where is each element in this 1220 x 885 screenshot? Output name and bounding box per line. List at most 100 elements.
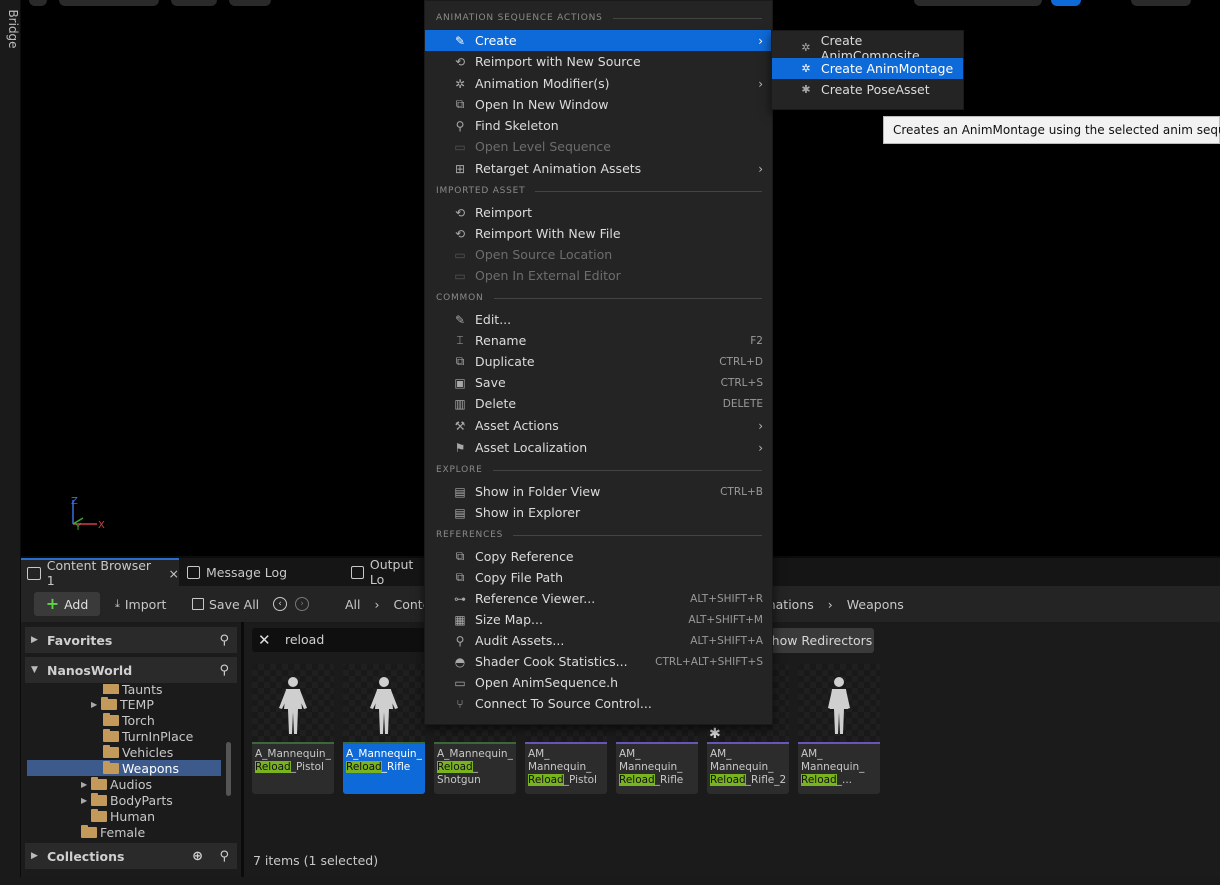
menu-item-size-map[interactable]: ▦ Size Map... ALT+SHIFT+M [425, 609, 772, 630]
tab-output-log[interactable]: Output Lo [351, 557, 431, 587]
search-icon[interactable]: ⚲ [219, 663, 229, 678]
menu-item-save[interactable]: ▣ Save CTRL+S [425, 372, 772, 393]
tree-item-turninplace[interactable]: TurnInPlace [103, 728, 193, 744]
menu-item-audit-assets[interactable]: ⚲ Audit Assets... ALT+SHIFT+A [425, 630, 772, 651]
search-icon[interactable]: ⚲ [219, 633, 229, 648]
favorites-header[interactable]: ▶ Favorites ⚲ [25, 627, 237, 653]
menu-item-show-explorer[interactable]: ▤ Show in Explorer [425, 502, 772, 523]
perspective-button[interactable] [59, 0, 159, 6]
chevron-right-icon[interactable]: ▶ [81, 780, 91, 789]
asset-tile[interactable]: A_Mannequin_ Reload_Pistol [252, 664, 334, 794]
menu-item-source-control[interactable]: ⑂ Connect To Source Control... [425, 693, 772, 714]
transform-tools[interactable] [914, 0, 1042, 6]
forward-icon[interactable]: › [295, 597, 309, 611]
submenu-create-animcomposite[interactable]: ✲ Create AnimComposite [772, 33, 963, 63]
menu-item-open-source-location: ▭ Open Source Location [425, 244, 772, 265]
menu-item-reference-viewer[interactable]: ⊶ Reference Viewer... ALT+SHIFT+R [425, 588, 772, 609]
asset-tile[interactable]: AM_ Mannequin_ Reload_... [798, 664, 880, 794]
menu-item-animation-modifiers[interactable]: ✲ Animation Modifier(s) › [425, 73, 772, 94]
viewport-options-button[interactable] [29, 0, 47, 6]
source-control-icon: ⑂ [456, 696, 464, 711]
asset-thumbnail [252, 664, 334, 742]
menu-item-open-header[interactable]: ▭ Open AnimSequence.h [425, 672, 772, 693]
save-all-label: Save All [209, 596, 260, 612]
tree-item-temp[interactable]: ▶ TEMP [91, 696, 154, 712]
search-input[interactable]: ✕ reload [252, 628, 432, 652]
asset-tile[interactable]: A_Mannequin_ Reload_Rifle [343, 664, 425, 794]
folder-icon [81, 824, 97, 838]
submenu-create-animmontage[interactable]: ✲ Create AnimMontage [772, 58, 963, 79]
menu-item-reimport-new-source[interactable]: ⟲ Reimport with New Source [425, 51, 772, 72]
tree-scrollbar[interactable] [226, 742, 231, 796]
search-icon: ⚲ [455, 118, 465, 133]
chevron-right-icon[interactable]: ▶ [81, 796, 91, 805]
search-value: reload [285, 632, 325, 647]
menu-item-asset-localization[interactable]: ⚑ Asset Localization › [425, 437, 772, 458]
layout-button[interactable] [1131, 0, 1191, 6]
duplicate-icon: ⧉ [455, 354, 465, 368]
tab-message-log[interactable]: Message Log [187, 558, 307, 586]
tree-item-bodyparts[interactable]: ▶ BodyParts [81, 792, 173, 808]
view-mode-button[interactable] [171, 0, 217, 6]
menu-item-retarget[interactable]: ⊞ Retarget Animation Assets › [425, 158, 772, 179]
collections-header[interactable]: ▶ Collections ⊕ ⚲ [25, 843, 237, 869]
message-log-icon [187, 565, 200, 579]
menu-item-open-new-window[interactable]: ⧉ Open In New Window [425, 94, 772, 115]
sources-panel: ▶ Favorites ⚲ ▼ NanosWorld ⚲ Taunts ▶ TE… [21, 622, 241, 877]
chevron-right-icon: ▶ [31, 635, 38, 645]
copy-icon: ⧉ [455, 570, 465, 584]
tree-item-weapons[interactable]: Weapons [27, 760, 221, 776]
folder-icon: ▤ [454, 505, 466, 520]
history-nav: ‹ › [273, 592, 309, 616]
wrench-icon: ⚒ [454, 418, 466, 433]
menu-item-open-external-editor: ▭ Open In External Editor [425, 265, 772, 286]
menu-item-create[interactable]: ✎ Create › [425, 30, 772, 51]
reimport-icon: ⟲ [454, 226, 466, 241]
show-button[interactable] [229, 0, 271, 6]
search-icon[interactable]: ⚲ [219, 849, 229, 864]
breadcrumb-all[interactable]: All [345, 597, 361, 612]
code-file-icon: ▭ [454, 675, 466, 690]
folder-search-icon: ▤ [454, 484, 466, 499]
menu-item-rename[interactable]: ⌶ Rename F2 [425, 330, 772, 351]
menu-item-find-skeleton[interactable]: ⚲ Find Skeleton [425, 115, 772, 136]
asset-name: A_Mannequin_ Reload_Rifle [346, 748, 422, 773]
menu-item-reimport-new-file[interactable]: ⟲ Reimport With New File [425, 223, 772, 244]
external-editor-icon: ▭ [454, 268, 466, 283]
menu-item-copy-file-path[interactable]: ⧉ Copy File Path [425, 567, 772, 588]
tree-item-taunts[interactable]: Taunts [103, 684, 163, 694]
tree-item-audios[interactable]: ▶ Audios [81, 776, 152, 792]
import-button[interactable]: ⤓ Import [115, 592, 166, 616]
asset-type-bar [525, 742, 607, 744]
show-redirectors-button[interactable]: Show Redirectors [762, 628, 874, 653]
tab-content-browser[interactable]: Content Browser 1 × [21, 558, 179, 588]
back-icon[interactable]: ‹ [273, 597, 287, 611]
save-all-button[interactable]: Save All [192, 592, 259, 616]
menu-item-duplicate[interactable]: ⧉ Duplicate CTRL+D [425, 351, 772, 372]
chevron-right-icon: › [758, 161, 763, 176]
close-icon[interactable]: ✕ [258, 631, 271, 649]
tree-item-female[interactable]: Female [81, 824, 145, 840]
menu-item-show-folder-view[interactable]: ▤ Show in Folder View CTRL+B [425, 481, 772, 502]
bridge-tab[interactable]: Bridge [6, 4, 20, 54]
tree-item-vehicles[interactable]: Vehicles [103, 744, 173, 760]
tree-item-human[interactable]: Human [91, 808, 155, 824]
submenu-create-poseasset[interactable]: ✱ Create PoseAsset [772, 79, 963, 100]
asset-type-bar [434, 742, 516, 744]
menu-item-delete[interactable]: ▥ Delete DELETE [425, 393, 772, 414]
tree-item-torch[interactable]: Torch [103, 712, 155, 728]
nanosworld-header[interactable]: ▼ NanosWorld ⚲ [25, 657, 237, 683]
add-button[interactable]: + Add [34, 592, 100, 616]
menu-item-edit[interactable]: ✎ Edit... [425, 309, 772, 330]
folder-icon [91, 792, 107, 806]
add-collection-icon[interactable]: ⊕ [192, 849, 203, 864]
menu-item-reimport[interactable]: ⟲ Reimport [425, 202, 772, 223]
breadcrumb-weapons[interactable]: Weapons [847, 597, 904, 612]
camera-speed-button[interactable] [1051, 0, 1081, 6]
menu-item-copy-reference[interactable]: ⧉ Copy Reference [425, 546, 772, 567]
chevron-right-icon[interactable]: ▶ [91, 700, 101, 709]
menu-item-asset-actions[interactable]: ⚒ Asset Actions › [425, 415, 772, 436]
shader-icon: ◓ [454, 654, 466, 669]
tab-close-icon[interactable]: × [169, 566, 179, 581]
menu-item-shader-cook-stats[interactable]: ◓ Shader Cook Statistics... CTRL+ALT+SHIFT… [425, 651, 772, 672]
